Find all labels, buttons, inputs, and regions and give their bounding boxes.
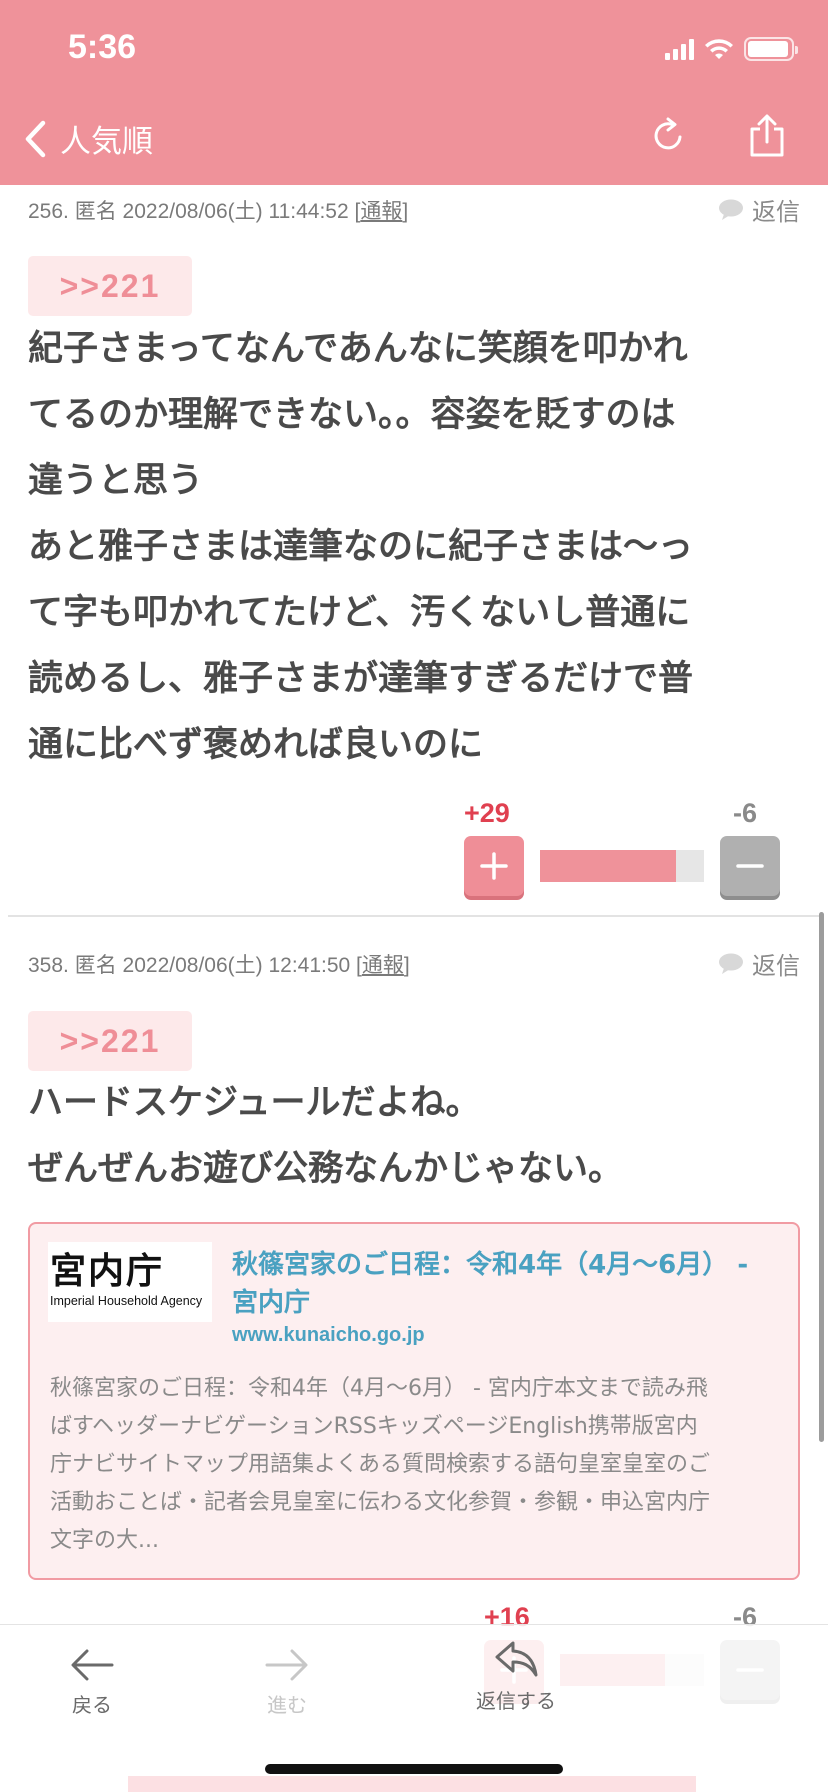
toolbar-reply-button[interactable]: 返信する (476, 1639, 556, 1714)
scroll-indicator[interactable] (819, 912, 824, 1442)
reply-anchor-link[interactable]: >>221 (28, 1011, 192, 1071)
description-line: 文字の大... (50, 1528, 159, 1553)
link-card-title[interactable]: 秋篠宮家のご日程：令和4年（4月～6月） - 宮内庁 (232, 1246, 772, 1322)
toolbar-reply-label: 返信する (476, 1689, 556, 1713)
status-time: 5:36 (68, 28, 137, 66)
post-meta-bracket: ] (402, 200, 409, 223)
minus-count: -6 (733, 798, 758, 828)
arrow-right-icon (265, 1649, 308, 1681)
post-line: あと雅子さまは達筆なのに紀子さまは〜っ (28, 527, 694, 567)
post-meta-text: 358. 匿名 2022/08/06(土) 12:41:50 [ (28, 954, 362, 977)
reply-link[interactable]: 返信 (718, 946, 800, 981)
link-card-description: 秋篠宮家のご日程：令和4年（4月～6月） - 宮内庁本文まで読み飛 ばすヘッダー… (50, 1370, 782, 1560)
minus-vote-button[interactable] (720, 836, 780, 896)
post-line: 読めるし、雅子さまが達筆すぎるだけで普 (28, 659, 694, 699)
header: 5:36 人気順 (0, 0, 828, 185)
minus-icon (736, 864, 764, 868)
link-preview-card[interactable]: 宮内庁 Imperial Household Agency 秋篠宮家のご日程：令… (28, 1222, 800, 1580)
vote-ratio-bar (540, 850, 704, 882)
description-line: 秋篠宮家のご日程：令和4年（4月～6月） - 宮内庁本文まで読み飛 (50, 1376, 708, 1401)
post-line: 違うと思う (28, 461, 204, 501)
post-body: ハードスケジュールだよね。 ぜんぜんお遊び公務なんかじゃない。 (28, 1070, 798, 1202)
toolbar-back-label: 戻る (72, 1693, 112, 1717)
report-link[interactable]: 通報 (360, 200, 402, 223)
back-chevron-icon (25, 120, 46, 157)
post-line: てるのか理解できない。。容姿を貶すのは (28, 395, 676, 435)
nav-title: 人気順 (60, 124, 153, 160)
post-divider (8, 915, 820, 917)
reply-label: 返信 (752, 198, 800, 226)
post-line: 紀子さまってなんであんなに笑顔を叩かれ (28, 329, 688, 369)
screen: 5:36 人気順 256. 匿名 2022/08/06(土) 11:44:52 … (0, 0, 828, 1792)
reply-anchor-link[interactable]: >>221 (28, 256, 192, 316)
post-line: ぜんぜんお遊び公務なんかじゃない。 (28, 1149, 624, 1189)
post-meta: 358. 匿名 2022/08/06(土) 12:41:50 [通報] (28, 949, 410, 979)
post-line: て字も叩かれてたけど、汚くないし普通に (28, 593, 691, 633)
post-meta: 256. 匿名 2022/08/06(土) 11:44:52 [通報] (28, 195, 408, 225)
agency-logo-english: Imperial Household Agency (50, 1294, 203, 1308)
agency-logo-kanji: 宮内庁 (50, 1250, 165, 1292)
share-icon[interactable] (748, 114, 786, 158)
report-link[interactable]: 通報 (362, 954, 404, 977)
toolbar-back-button[interactable]: 戻る (70, 1647, 114, 1718)
reply-link[interactable]: 返信 (718, 192, 800, 227)
speech-bubble-icon (719, 199, 743, 220)
reply-label: 返信 (752, 952, 800, 980)
speech-bubble-icon (719, 953, 743, 974)
toolbar-forward-button[interactable]: 進む (265, 1647, 309, 1718)
next-post-peek (128, 1776, 696, 1792)
post-line: 通に比べず褒めれば良いのに (28, 725, 484, 765)
refresh-icon[interactable] (650, 116, 686, 154)
post-meta-bracket: ] (403, 954, 410, 977)
description-line: ばすヘッダーナビゲーションRSSキッズページEnglish携帯版宮内 (50, 1414, 698, 1439)
plus-count: +29 (464, 798, 510, 828)
vote-ratio-fill (540, 850, 677, 882)
post-body: 紀子さまってなんであんなに笑顔を叩かれ てるのか理解できない。。容姿を貶すのは … (28, 316, 798, 778)
description-line: 庁ナビサイトマップ用語集よくある質問検索する語句皇室皇室のご (50, 1452, 711, 1477)
toolbar-forward-label: 進む (267, 1693, 307, 1717)
description-line: 活動おことば・記者会見皇室に伝わる文化参賀・参観・申込宮内庁 (50, 1490, 711, 1515)
reply-arrow-icon (495, 1641, 538, 1677)
cellular-signal-icon (665, 38, 694, 60)
arrow-left-icon (71, 1649, 114, 1681)
post-meta-text: 256. 匿名 2022/08/06(土) 11:44:52 [ (28, 200, 361, 223)
status-icons (665, 36, 798, 62)
plus-vote-button[interactable] (464, 836, 524, 896)
battery-icon (744, 37, 798, 61)
agency-logo: 宮内庁 Imperial Household Agency (48, 1242, 212, 1322)
plus-icon (480, 852, 508, 880)
home-indicator[interactable] (265, 1764, 563, 1774)
post-line: ハードスケジュールだよね。 (28, 1083, 481, 1123)
link-card-domain: www.kunaicho.go.jp (232, 1324, 425, 1346)
wifi-icon (705, 39, 733, 59)
back-nav-button[interactable]: 人気順 (24, 116, 153, 161)
